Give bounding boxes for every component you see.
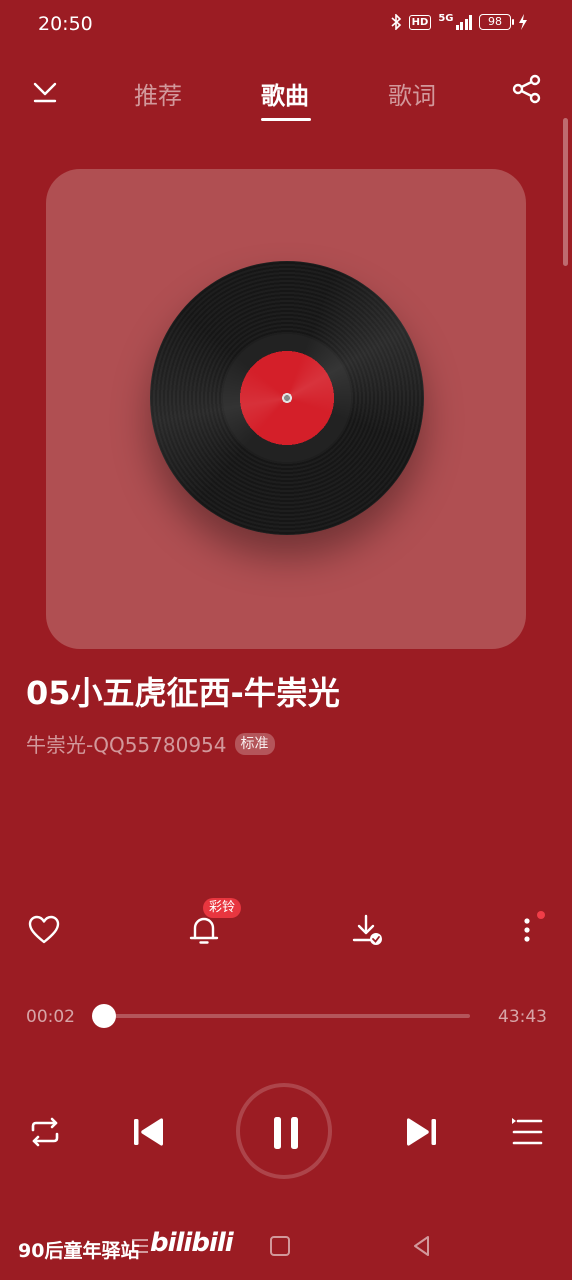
back-icon[interactable] — [410, 1234, 434, 1258]
watermark-text: 90后童年驿站 — [18, 1240, 140, 1262]
album-art-card[interactable] — [46, 169, 526, 649]
progress-track[interactable] — [104, 1014, 470, 1018]
current-time: 00:02 — [26, 1007, 75, 1027]
artist-row: 牛崇光-QQ55780954 标准 — [26, 729, 275, 758]
active-tab-indicator — [261, 118, 311, 121]
charging-icon — [519, 14, 527, 30]
share-icon[interactable] — [511, 73, 543, 105]
menu-icon[interactable] — [130, 1236, 150, 1256]
bluetooth-icon — [391, 14, 401, 30]
heart-icon[interactable] — [26, 912, 62, 948]
progress-knob[interactable] — [92, 1004, 117, 1028]
vinyl-record — [150, 261, 424, 535]
bilibili-logo: bilibili — [150, 1228, 234, 1258]
signal-icon — [455, 14, 472, 30]
tab-recommend[interactable]: 推荐 — [134, 76, 182, 111]
battery-icon: 98 — [479, 14, 514, 30]
status-icons: HD 5G 98 — [391, 12, 528, 30]
artist-name[interactable]: 牛崇光-QQ55780954 — [26, 729, 227, 758]
scroll-indicator[interactable] — [563, 118, 568, 266]
quality-badge[interactable]: 标准 — [234, 732, 275, 755]
download-icon[interactable] — [350, 912, 386, 948]
song-title: 05小五虎征西-牛崇光 — [26, 674, 340, 712]
previous-track-icon[interactable] — [128, 1112, 168, 1152]
home-icon[interactable] — [270, 1236, 290, 1256]
tab-lyrics[interactable]: 歌词 — [388, 76, 436, 111]
pause-icon[interactable] — [266, 1113, 306, 1153]
ringtone-badge[interactable]: 彩铃 — [203, 898, 242, 918]
hd-icon: HD — [408, 14, 432, 30]
status-time: 20:50 — [38, 13, 93, 35]
vinyl-sheen — [150, 261, 424, 535]
total-time: 43:43 — [498, 1007, 547, 1027]
network-type: 5G — [438, 12, 454, 24]
notification-dot — [537, 911, 545, 919]
next-track-icon[interactable] — [402, 1112, 442, 1152]
playlist-icon[interactable] — [508, 1112, 548, 1152]
collapse-down-icon[interactable] — [30, 76, 60, 106]
repeat-icon[interactable] — [25, 1112, 65, 1152]
status-bar: 20:50 HD 5G 98 — [0, 0, 572, 50]
tab-song[interactable]: 歌曲 — [261, 76, 309, 111]
